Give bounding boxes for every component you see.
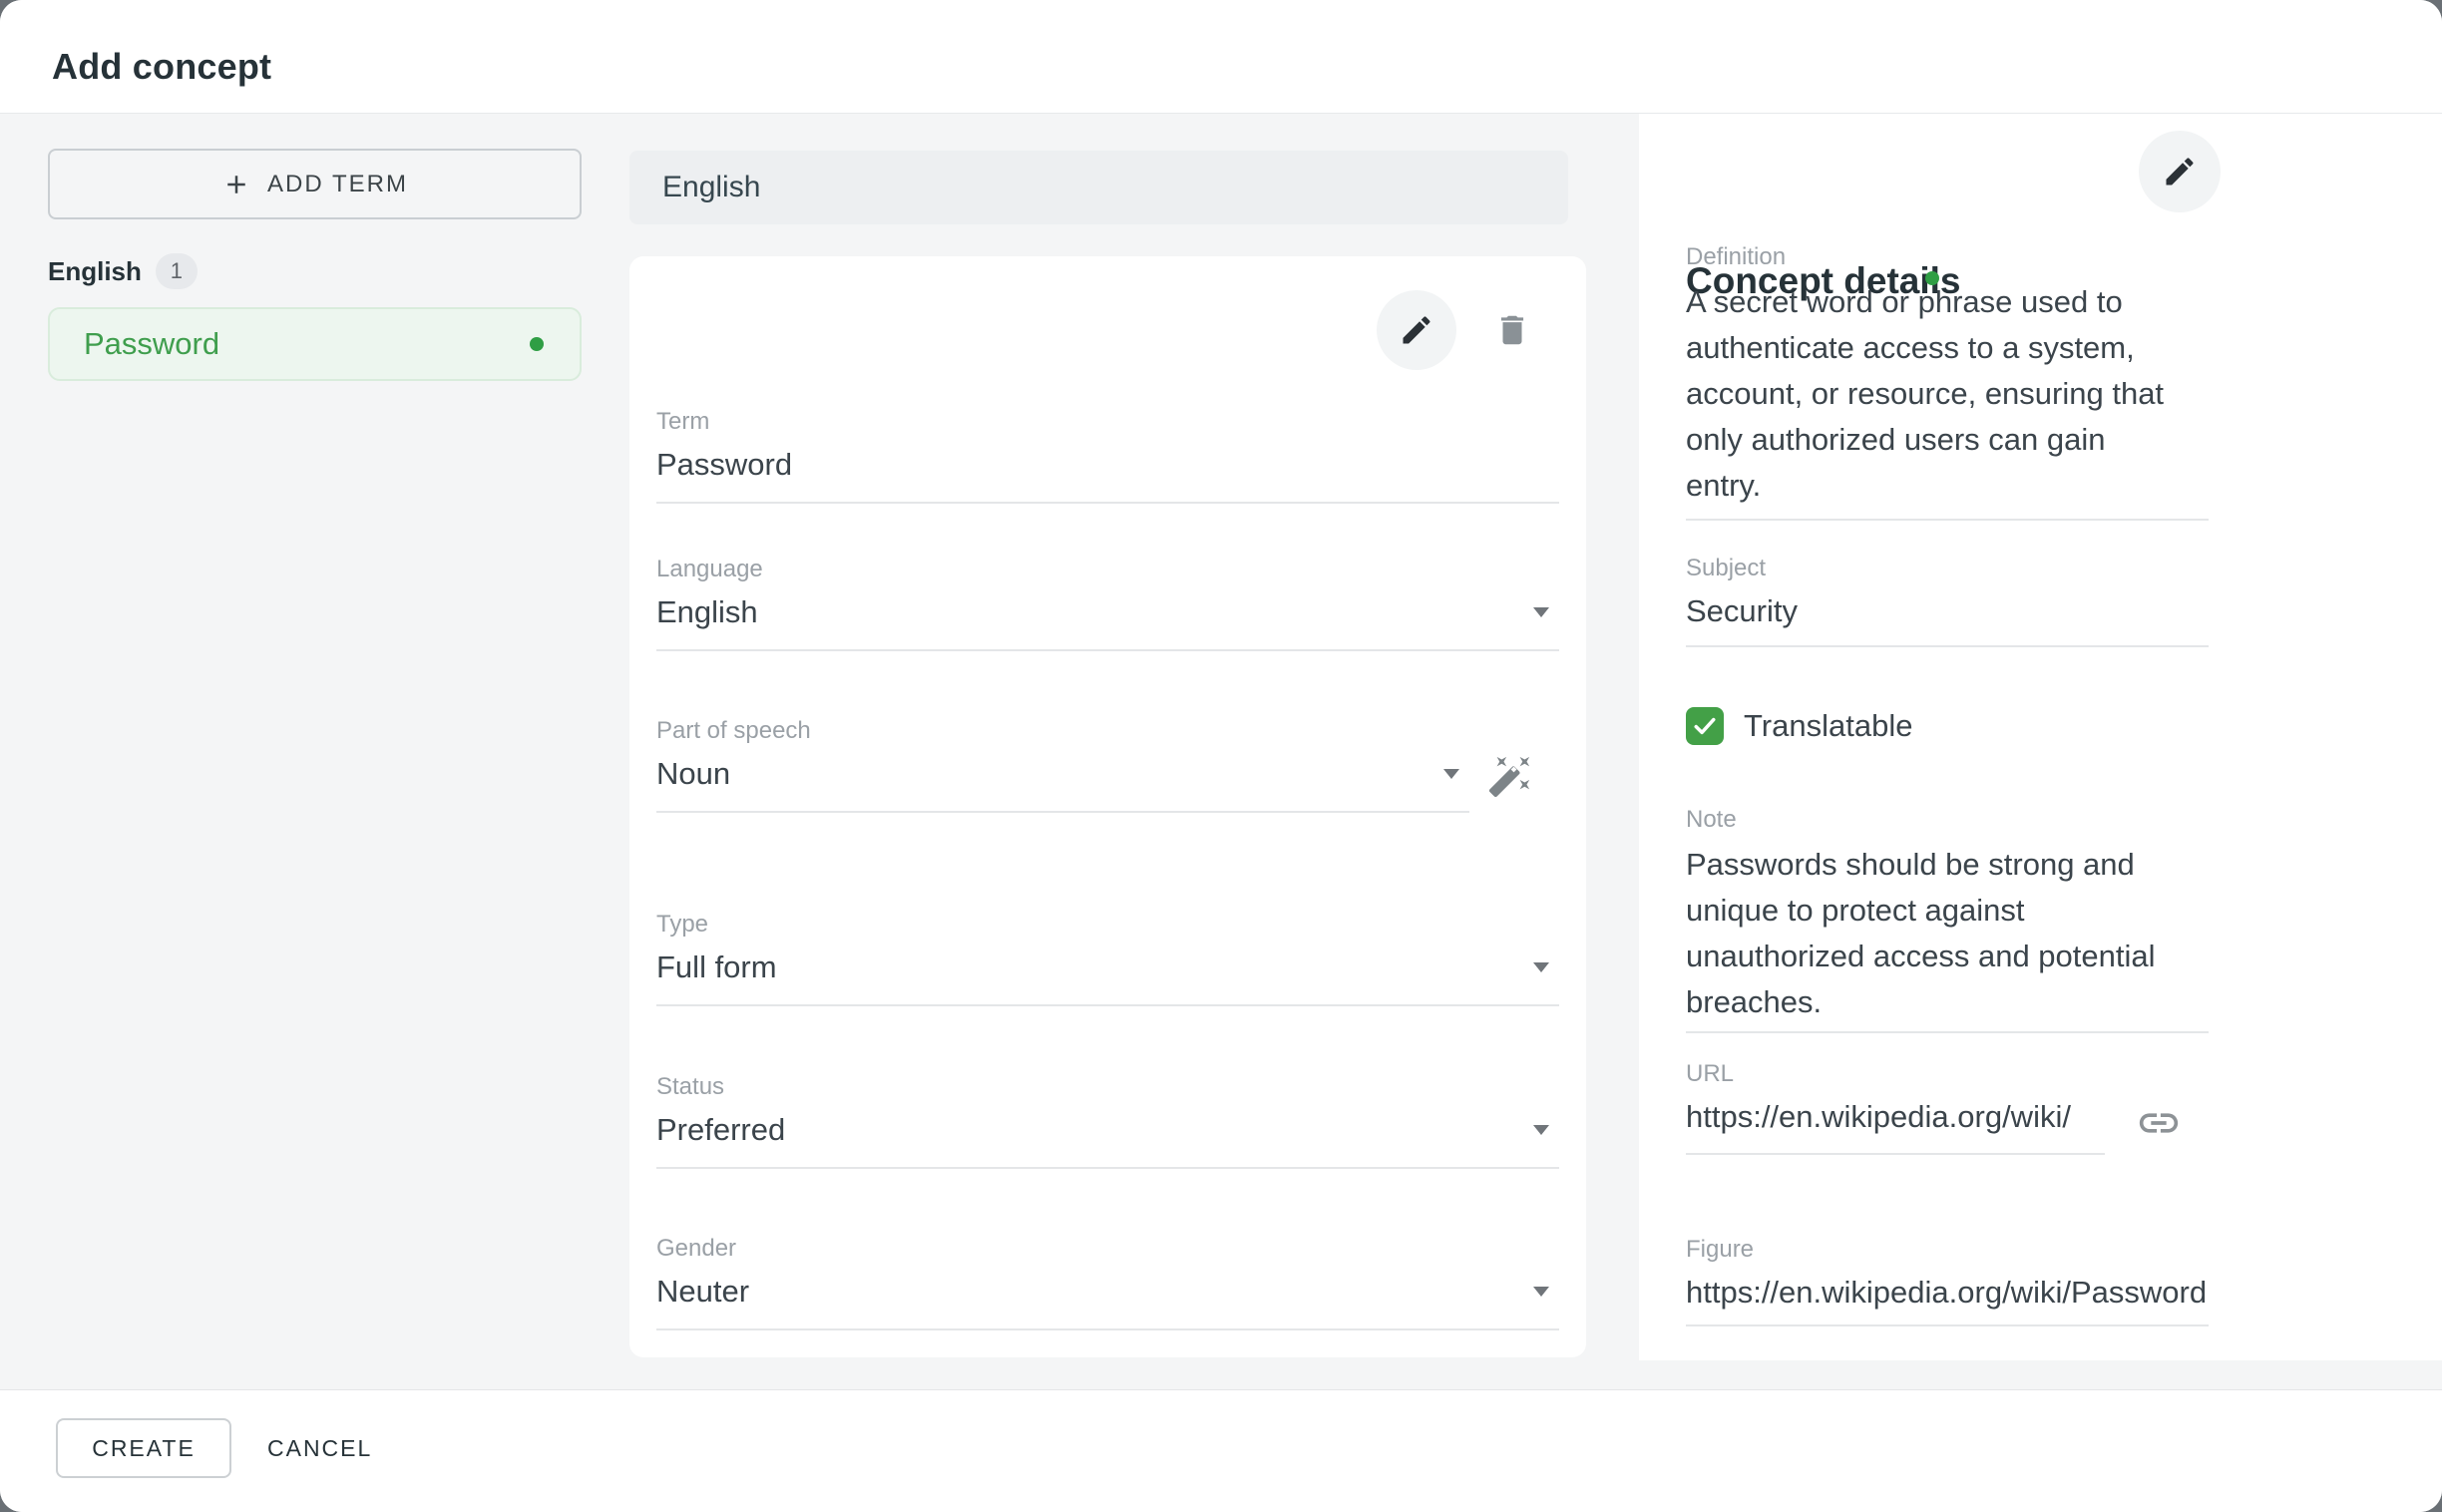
term-list-item-label: Password xyxy=(84,326,219,362)
term-count-badge: 1 xyxy=(156,253,198,289)
field-underline xyxy=(1686,645,2209,647)
figure-value[interactable]: https://en.wikipedia.org/wiki/Password xyxy=(1686,1273,2209,1313)
term-field: Term Password xyxy=(656,407,1559,504)
field-underline xyxy=(656,649,1559,651)
part-of-speech-label: Part of speech xyxy=(656,716,1469,746)
create-button[interactable]: CREATE xyxy=(56,1418,231,1478)
part-of-speech-value: Noun xyxy=(656,754,1469,794)
figure-label: Figure xyxy=(1686,1235,2209,1265)
field-underline xyxy=(1686,1324,2209,1326)
field-underline xyxy=(1686,519,2209,521)
plus-icon xyxy=(221,170,251,199)
definition-field: Definition A secret word or phrase used … xyxy=(1686,242,2209,521)
note-value[interactable]: Passwords should be strong and unique to… xyxy=(1686,842,2185,1025)
translatable-checkbox[interactable] xyxy=(1686,707,1724,745)
add-term-label: ADD TERM xyxy=(267,171,408,198)
open-url-button[interactable] xyxy=(2135,1100,2183,1148)
add-term-button[interactable]: ADD TERM xyxy=(48,149,582,219)
term-field-value[interactable]: Password xyxy=(656,445,1559,485)
concept-details-panel: Concept details Definition A secret word… xyxy=(1639,114,2442,1360)
field-underline xyxy=(656,1004,1559,1006)
edit-concept-details-button[interactable] xyxy=(2139,131,2221,212)
url-label: URL xyxy=(1686,1059,2105,1089)
auto-detect-part-of-speech-button[interactable] xyxy=(1487,753,1533,802)
dialog-footer: CREATE CANCEL xyxy=(0,1389,2442,1512)
translatable-label: Translatable xyxy=(1744,708,1912,744)
subject-label: Subject xyxy=(1686,554,2209,583)
term-field-label: Term xyxy=(656,407,1559,437)
note-field: Note Passwords should be strong and uniq… xyxy=(1686,805,2209,1033)
definition-label: Definition xyxy=(1686,242,2209,272)
type-select[interactable]: Type Full form xyxy=(656,910,1559,1006)
definition-value[interactable]: A secret word or phrase used to authenti… xyxy=(1686,279,2185,509)
checkmark-icon xyxy=(1691,712,1719,740)
chevron-down-icon xyxy=(1533,1287,1549,1297)
part-of-speech-select[interactable]: Part of speech Noun xyxy=(656,716,1469,813)
language-select[interactable]: Language English xyxy=(656,555,1559,651)
pencil-icon xyxy=(2162,154,2198,189)
term-editor-language-tab: English xyxy=(629,151,1568,224)
figure-field: Figure https://en.wikipedia.org/wiki/Pas… xyxy=(1686,1235,2209,1326)
page-title: Add concept xyxy=(52,47,271,87)
term-list-item[interactable]: Password xyxy=(48,307,582,381)
note-label: Note xyxy=(1686,805,2209,835)
term-editor-language-label: English xyxy=(662,171,760,204)
chevron-down-icon xyxy=(1533,607,1549,617)
language-select-label: Language xyxy=(656,555,1559,584)
dialog-header: Add concept xyxy=(0,0,2442,114)
gender-select[interactable]: Gender Neuter xyxy=(656,1234,1559,1330)
gender-select-label: Gender xyxy=(656,1234,1559,1264)
status-select-value: Preferred xyxy=(656,1110,1559,1150)
delete-term-button[interactable] xyxy=(1488,306,1536,354)
trash-icon xyxy=(1493,311,1531,349)
url-value[interactable]: https://en.wikipedia.org/wiki/ xyxy=(1686,1097,2105,1137)
add-concept-dialog: Add concept ADD TERM English 1 Password … xyxy=(0,0,2442,1512)
field-underline xyxy=(656,811,1469,813)
language-group-header: English 1 xyxy=(48,253,198,289)
field-underline xyxy=(1686,1031,2209,1033)
type-select-value: Full form xyxy=(656,947,1559,987)
field-underline xyxy=(1686,1153,2105,1155)
edit-term-button[interactable] xyxy=(1377,290,1456,370)
type-select-label: Type xyxy=(656,910,1559,940)
subject-value[interactable]: Security xyxy=(1686,591,2209,631)
cancel-button[interactable]: CANCEL xyxy=(249,1418,390,1478)
pencil-icon xyxy=(1399,312,1434,348)
field-underline xyxy=(656,1328,1559,1330)
language-select-value: English xyxy=(656,592,1559,632)
link-icon xyxy=(2136,1100,2182,1146)
chevron-down-icon xyxy=(1533,1125,1549,1135)
chevron-down-icon xyxy=(1533,962,1549,972)
term-editor-card: Term Password Language English Part of s… xyxy=(629,256,1586,1357)
translatable-checkbox-row[interactable]: Translatable xyxy=(1686,707,1912,745)
subject-field: Subject Security xyxy=(1686,554,2209,647)
magic-wand-icon xyxy=(1487,753,1533,799)
url-field: URL https://en.wikipedia.org/wiki/ xyxy=(1686,1059,2105,1155)
gender-select-value: Neuter xyxy=(656,1272,1559,1312)
field-underline xyxy=(656,502,1559,504)
status-select[interactable]: Status Preferred xyxy=(656,1072,1559,1169)
language-group-name: English xyxy=(48,256,142,287)
term-status-dot xyxy=(530,337,544,351)
field-underline xyxy=(656,1167,1559,1169)
chevron-down-icon xyxy=(1443,769,1459,779)
status-select-label: Status xyxy=(656,1072,1559,1102)
